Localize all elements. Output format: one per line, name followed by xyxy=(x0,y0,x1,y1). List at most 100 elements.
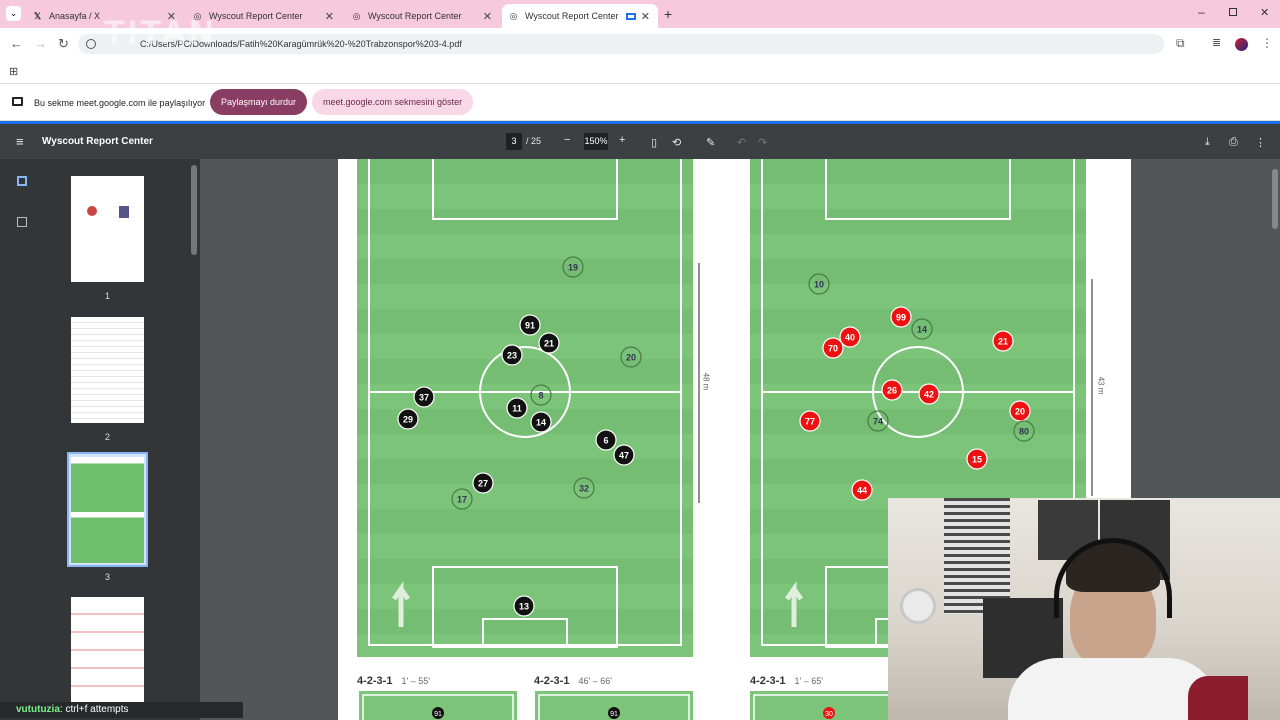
apps-grid-icon[interactable]: ⊞ xyxy=(9,65,18,78)
file-icon xyxy=(86,39,96,49)
player-number: 26 xyxy=(887,386,897,396)
formation-label: 4-2-3-1 1' – 55' xyxy=(357,675,430,687)
download-icon[interactable]: ⤓ xyxy=(1205,136,1210,149)
restore-button[interactable] xyxy=(1229,8,1237,16)
formation-label: 4-2-3-1 1' – 65' xyxy=(750,675,823,687)
close-tab-icon[interactable]: ✕ xyxy=(483,10,492,23)
desk-fan xyxy=(900,588,936,624)
formation-name: 4-2-3-1 xyxy=(534,675,570,687)
formation-name: 4-2-3-1 xyxy=(750,675,786,687)
globe-icon: ◎ xyxy=(509,10,518,21)
player-number: 6 xyxy=(603,436,608,446)
player-number: 21 xyxy=(998,337,1008,347)
mini-player-number: 91 xyxy=(434,711,442,718)
player-number: 99 xyxy=(896,313,906,323)
close-window-button[interactable]: ✕ xyxy=(1260,6,1269,19)
close-tab-icon[interactable]: ✕ xyxy=(641,10,650,23)
close-tab-icon[interactable]: ✕ xyxy=(325,10,334,23)
thumbnail-page-1[interactable] xyxy=(71,176,144,282)
player-number: 40 xyxy=(845,333,855,343)
player-number: 29 xyxy=(403,415,413,425)
left-pitch: 19 91 21 23 20 37 8 29 11 14 6 47 27 17 32 13 xyxy=(357,159,700,657)
window-blinds xyxy=(944,498,1010,614)
annotate-icon[interactable]: ✎ xyxy=(706,136,715,149)
sidebar-scrollbar[interactable] xyxy=(191,165,197,255)
player-number: 14 xyxy=(536,418,546,428)
player-number: 23 xyxy=(507,351,517,361)
tab-sharing-bar: Bu sekme meet.google.com ile paylaşılıyo… xyxy=(0,84,1280,121)
streamer-watermark: TITAN xyxy=(104,14,217,52)
mini-player-number: 30 xyxy=(825,711,833,718)
back-icon[interactable]: ← xyxy=(10,36,23,51)
zoom-input[interactable]: 150% xyxy=(584,133,608,150)
pitch-stripe xyxy=(357,559,693,584)
pitch-stripe xyxy=(357,509,693,534)
player-number: 42 xyxy=(924,390,934,400)
player-number: 32 xyxy=(579,484,589,494)
pitch-stripe xyxy=(750,459,1086,484)
hamburger-menu-icon[interactable]: ≡ xyxy=(16,134,24,149)
page-number-input[interactable]: 3 xyxy=(506,133,522,150)
player-number: 19 xyxy=(568,263,578,273)
minimize-button[interactable]: – xyxy=(1198,5,1205,19)
pdf-title: Wyscout Report Center xyxy=(42,136,153,147)
player-number: 13 xyxy=(519,602,529,612)
thumbnail-sidebar: 1 2 3 xyxy=(40,159,200,720)
viewport-scrollbar[interactable] xyxy=(1272,169,1278,229)
extensions-icon[interactable]: ⧉ xyxy=(1176,36,1185,51)
pitch-stripe xyxy=(750,359,1086,384)
pitch-stripe xyxy=(357,259,693,284)
show-meet-tab-button[interactable]: meet.google.com sekmesini göster xyxy=(312,89,474,115)
address-bar[interactable]: C:/Users/PC/Downloads/Fatih%20Karagümrük… xyxy=(78,34,1164,54)
formation-name: 4-2-3-1 xyxy=(357,675,393,687)
tab-wyscout-active[interactable]: ◎ Wyscout Report Center ✕ xyxy=(502,4,658,28)
zoom-in-icon[interactable]: + xyxy=(619,134,625,146)
rotate-icon[interactable]: ⟲ xyxy=(672,136,681,149)
zoom-out-icon[interactable]: − xyxy=(564,134,570,146)
player-number: 14 xyxy=(917,325,927,335)
tab-search-chevron-icon[interactable]: ⌄ xyxy=(6,6,21,21)
undo-icon[interactable]: ↶ xyxy=(737,136,746,149)
stop-sharing-button[interactable]: Paylaşmayı durdur xyxy=(210,89,308,115)
pitch-stripe xyxy=(357,209,693,234)
player-number: 47 xyxy=(619,451,629,461)
globe-icon: ◎ xyxy=(352,10,361,21)
player-number: 8 xyxy=(538,391,543,401)
thumbnail-page-2[interactable] xyxy=(71,317,144,423)
player-number: 91 xyxy=(525,321,535,331)
pdf-sidebar-rail xyxy=(0,159,40,720)
fit-page-icon[interactable]: ▯ xyxy=(651,136,657,149)
media-controls-icon[interactable]: ≣ xyxy=(1212,36,1221,49)
forward-icon[interactable]: → xyxy=(34,36,47,51)
thumb-crest-icon xyxy=(87,206,97,216)
thumbnails-view-icon[interactable] xyxy=(17,176,27,186)
thumbnail-page-4[interactable] xyxy=(71,597,144,703)
chat-message: : ctrl+f attempts xyxy=(59,704,129,715)
tab-wyscout-2[interactable]: ◎ Wyscout Report Center ✕ xyxy=(345,4,500,28)
pitch-stripe xyxy=(750,159,1086,184)
outline-view-icon[interactable] xyxy=(17,217,27,227)
more-options-icon[interactable]: ⋮ xyxy=(1255,136,1266,149)
profile-avatar[interactable] xyxy=(1235,38,1248,51)
formation-time: 46' – 66' xyxy=(578,676,612,686)
reload-icon[interactable]: ↻ xyxy=(58,36,69,52)
pitch-stripe xyxy=(750,209,1086,234)
pitch-stripe xyxy=(357,159,693,184)
browser-menu-icon[interactable]: ⋮ xyxy=(1261,36,1273,50)
person-shirt xyxy=(1008,658,1218,720)
page-total: / 25 xyxy=(526,136,542,146)
player-number: 20 xyxy=(1015,407,1025,417)
thumbnail-page-3[interactable] xyxy=(71,457,144,563)
scale-label-right: 43 m xyxy=(1096,376,1106,395)
bookmarks-bar: ⊞ xyxy=(0,60,1280,84)
new-tab-button[interactable]: + xyxy=(664,6,672,22)
formation-time: 1' – 65' xyxy=(794,676,823,686)
sharing-indicator-icon xyxy=(626,12,636,20)
player-number: 20 xyxy=(626,353,636,363)
print-icon[interactable]: ⎙ xyxy=(1229,136,1238,149)
mini-player-number: 91 xyxy=(610,711,618,718)
thumbnail-label: 3 xyxy=(104,572,110,582)
thumbnail-label: 1 xyxy=(104,291,110,301)
redo-icon[interactable]: ↷ xyxy=(758,136,767,149)
player-number: 15 xyxy=(972,455,982,465)
